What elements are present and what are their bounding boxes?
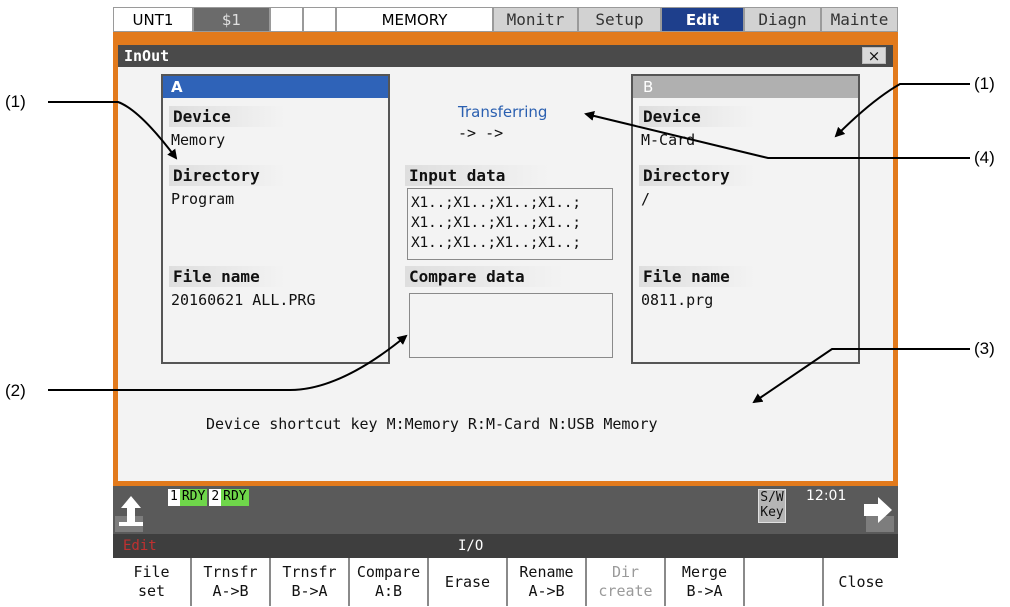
annotation-label-1-right: (1) xyxy=(974,74,995,93)
annotation-label-2: (2) xyxy=(5,381,26,400)
annotation-label-1-left: (1) xyxy=(5,92,26,111)
annotation-lines xyxy=(48,83,970,404)
annotation-label-4: (4) xyxy=(974,148,995,167)
annotation-label-3: (3) xyxy=(974,339,995,358)
